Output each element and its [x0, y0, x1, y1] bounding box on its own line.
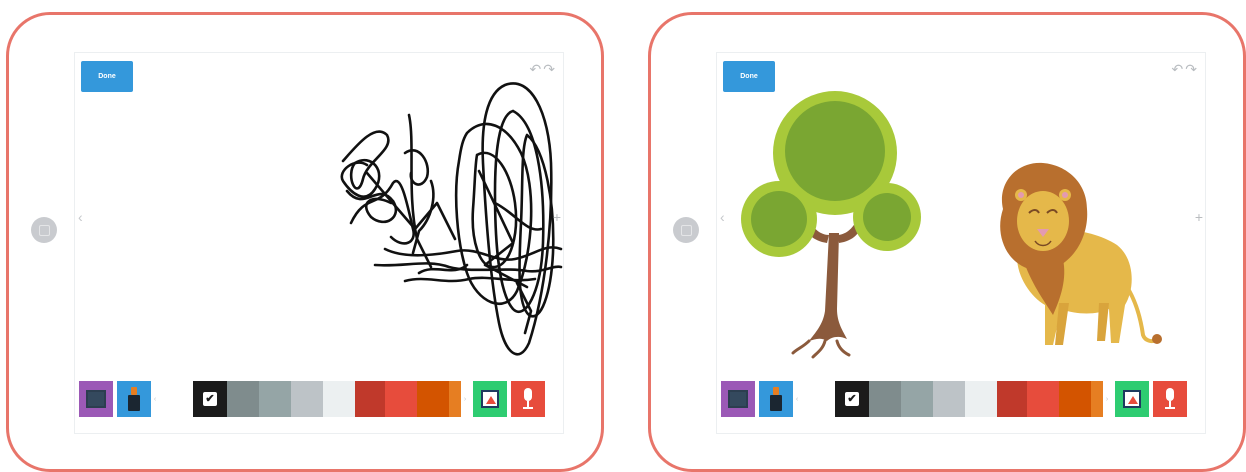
- lion-tail-tip: [1152, 334, 1162, 344]
- done-button[interactable]: Done: [723, 61, 775, 92]
- color-swatch-gray[interactable]: [901, 381, 933, 417]
- photo-icon: [481, 390, 499, 408]
- scribble-stroke: [411, 179, 435, 255]
- tree-crown-inner: [785, 101, 885, 201]
- photo-icon: [1123, 390, 1141, 408]
- microphone-icon: [523, 388, 533, 410]
- previous-page-icon[interactable]: ‹: [78, 209, 83, 225]
- color-swatch-off-white[interactable]: [965, 381, 997, 417]
- tree-trunk: [809, 233, 847, 341]
- tree-crown-left-inner: [751, 191, 807, 247]
- palette-scroll-right[interactable]: ›: [1103, 396, 1111, 403]
- undo-redo-icon[interactable]: ↶↷: [1172, 61, 1199, 78]
- scribble-stroke: [493, 201, 543, 231]
- color-swatch-gray[interactable]: [259, 381, 291, 417]
- scribble-stroke: [383, 246, 563, 261]
- lion-ear-inner: [1062, 192, 1068, 198]
- marker-tool-button[interactable]: [117, 381, 151, 417]
- color-swatch-dark-red[interactable]: [355, 381, 385, 417]
- tablet-tree-lion: Done ↶↷ ‹ + ‹ ✔ ›: [648, 12, 1246, 472]
- tree-roots: [791, 339, 851, 359]
- background-tool-button[interactable]: [721, 381, 755, 417]
- photo-tool-button[interactable]: [473, 381, 507, 417]
- home-button[interactable]: [31, 217, 57, 243]
- color-swatch-off-white[interactable]: [323, 381, 355, 417]
- palette-scroll-left[interactable]: ‹: [793, 396, 801, 403]
- color-swatch-orange[interactable]: [449, 381, 461, 417]
- selected-check-icon: ✔: [845, 392, 859, 406]
- microphone-icon: [1165, 388, 1175, 410]
- home-button[interactable]: [673, 217, 699, 243]
- lion-sticker: [1000, 162, 1162, 345]
- background-icon: [728, 390, 748, 408]
- previous-page-icon[interactable]: ‹: [720, 209, 725, 225]
- marker-tool-button[interactable]: [759, 381, 793, 417]
- color-swatch-light-gray[interactable]: [291, 381, 323, 417]
- color-swatch-black[interactable]: ✔: [193, 381, 227, 417]
- undo-redo-icon[interactable]: ↶↷: [530, 61, 557, 78]
- color-swatch-red[interactable]: [1027, 381, 1059, 417]
- tree-crown-right-inner: [863, 193, 911, 241]
- tree-sticker: [741, 91, 921, 359]
- marker-icon: [770, 387, 782, 411]
- background-icon: [86, 390, 106, 408]
- color-swatch-dark-red[interactable]: [997, 381, 1027, 417]
- bottom-toolbar: ‹ ✔ ›: [79, 381, 563, 417]
- drawing-canvas[interactable]: [75, 53, 563, 433]
- tablet-scribble: Done ↶↷ ‹ + ‹ ✔ ›: [6, 12, 604, 472]
- palette-scroll-left[interactable]: ‹: [151, 396, 159, 403]
- color-swatch-red[interactable]: [385, 381, 417, 417]
- color-swatch-orange[interactable]: [1091, 381, 1103, 417]
- lion-ear-inner: [1018, 192, 1024, 198]
- color-swatch-white[interactable]: [801, 381, 835, 417]
- scribble-stroke: [407, 113, 433, 269]
- bottom-toolbar: ‹ ✔ ›: [721, 381, 1205, 417]
- scribble-stroke: [403, 149, 430, 186]
- add-page-icon[interactable]: +: [553, 209, 561, 225]
- lion-face: [1017, 191, 1069, 251]
- drawing-screen[interactable]: Done ↶↷ ‹ + ‹ ✔ ›: [716, 52, 1206, 434]
- lion-tail: [1125, 285, 1159, 344]
- color-swatch-dark-gray[interactable]: [869, 381, 901, 417]
- color-swatch-dark-gray[interactable]: [227, 381, 259, 417]
- selected-check-icon: ✔: [203, 392, 217, 406]
- photo-tool-button[interactable]: [1115, 381, 1149, 417]
- background-tool-button[interactable]: [79, 381, 113, 417]
- drawing-screen[interactable]: Done ↶↷ ‹ + ‹ ✔ ›: [74, 52, 564, 434]
- sticker-canvas[interactable]: [717, 53, 1205, 433]
- lion-leg: [1097, 303, 1109, 341]
- done-button[interactable]: Done: [81, 61, 133, 92]
- record-audio-button[interactable]: [511, 381, 545, 417]
- add-page-icon[interactable]: +: [1195, 209, 1203, 225]
- palette-scroll-right[interactable]: ›: [461, 396, 469, 403]
- record-audio-button[interactable]: [1153, 381, 1187, 417]
- color-swatch-light-gray[interactable]: [933, 381, 965, 417]
- marker-icon: [128, 387, 140, 411]
- color-swatch-dark-orange[interactable]: [417, 381, 449, 417]
- color-swatch-white[interactable]: [159, 381, 193, 417]
- scribble-stroke: [340, 130, 390, 198]
- color-swatch-dark-orange[interactable]: [1059, 381, 1091, 417]
- color-swatch-black[interactable]: ✔: [835, 381, 869, 417]
